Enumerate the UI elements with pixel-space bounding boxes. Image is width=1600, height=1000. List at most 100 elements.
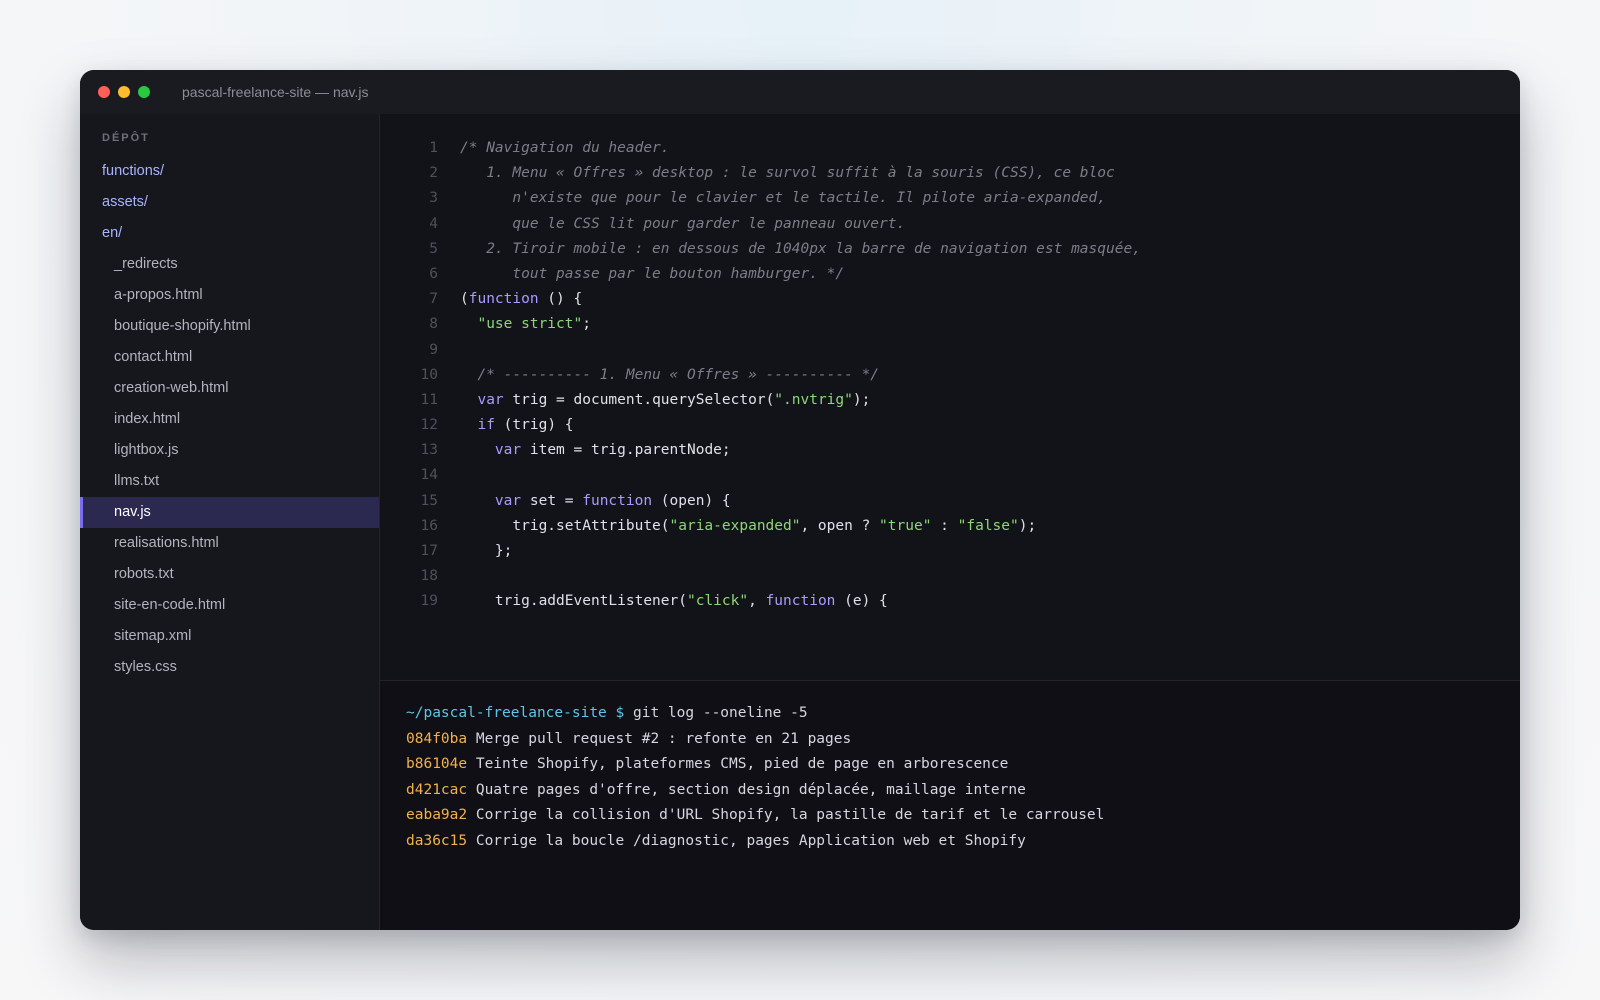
terminal-prompt-line: ~/pascal-freelance-site $ git log --onel… bbox=[406, 701, 1520, 727]
sidebar-file[interactable]: sitemap.xml bbox=[80, 621, 379, 652]
line-number: 19 bbox=[420, 593, 438, 610]
code-text: var trig = document.querySelector(".nvtr… bbox=[438, 388, 870, 413]
line-number: 6 bbox=[429, 265, 438, 282]
commit-hash: b86104e bbox=[406, 756, 468, 772]
code-line: 3 n'existe que pour le clavier et le tac… bbox=[380, 186, 1520, 211]
sidebar-file[interactable]: boutique-shopify.html bbox=[80, 311, 379, 342]
code-token: (open) { bbox=[652, 492, 731, 509]
sidebar-file[interactable]: styles.css bbox=[80, 652, 379, 683]
sidebar-file[interactable]: index.html bbox=[80, 404, 379, 435]
sidebar-file[interactable]: site-en-code.html bbox=[80, 590, 379, 621]
code-keyword: function bbox=[468, 291, 539, 308]
commit-hash: 084f0ba bbox=[406, 730, 468, 747]
code-comment: 2. Tiroir mobile : en dessous de 1040px … bbox=[460, 240, 1141, 257]
line-number: 3 bbox=[429, 190, 438, 207]
close-window-button[interactable] bbox=[98, 86, 110, 98]
commit-line: da36c15 Corrige la boucle /diagnostic, p… bbox=[406, 829, 1520, 855]
sidebar-file[interactable]: _redirects bbox=[80, 249, 379, 280]
code-line: 15 var set = function (open) { bbox=[380, 489, 1520, 514]
commit-message: Corrige la boucle /diagnostic, pages App… bbox=[475, 832, 1026, 849]
commit-message: Corrige la collision d'URL Shopify, la p… bbox=[475, 807, 1105, 823]
code-token: (e) { bbox=[835, 593, 888, 610]
commit-line: eaba9a2 Corrige la collision d'URL Shopi… bbox=[406, 803, 1520, 829]
code-text: que le CSS lit pour garder le panneau ou… bbox=[438, 212, 905, 237]
code-token: ); bbox=[852, 391, 871, 408]
code-keyword: var bbox=[494, 442, 522, 459]
file-explorer: DÉPÔT functions/assets/en/_redirects a-pr… bbox=[80, 114, 380, 930]
code-token: : bbox=[931, 517, 958, 534]
commit-message: Merge pull request #2 : refonte en 21 pa… bbox=[475, 730, 852, 747]
sidebar-folder[interactable]: assets/ bbox=[80, 187, 379, 218]
commit-line: 084f0ba Merge pull request #2 : refonte … bbox=[406, 727, 1520, 753]
maximize-window-button[interactable] bbox=[138, 86, 150, 98]
title-bar: pascal-freelance-site — nav.js bbox=[80, 70, 1520, 114]
editor-window: pascal-freelance-site — nav.js DÉPÔT fun… bbox=[80, 70, 1520, 930]
code-editor[interactable]: 1 /* Navigation du header. 2 1. Menu « Off… bbox=[380, 114, 1520, 680]
commit-message: Teinte Shopify, plateformes CMS, pied de… bbox=[475, 756, 1009, 772]
window-title: pascal-freelance-site — nav.js bbox=[182, 84, 369, 100]
code-line: 13 var item = trig.parentNode; bbox=[380, 438, 1520, 463]
code-line: 9 bbox=[380, 338, 1520, 363]
sidebar-file[interactable]: a-propos.html bbox=[80, 280, 379, 311]
code-comment: /* ---------- 1. Menu « Offres » -------… bbox=[460, 366, 880, 383]
line-number: 10 bbox=[420, 366, 438, 383]
commit-hash: da36c15 bbox=[406, 832, 468, 849]
sidebar-file[interactable]: lightbox.js bbox=[80, 435, 379, 466]
sidebar-file[interactable]: robots.txt bbox=[80, 559, 379, 590]
code-line: 17 }; bbox=[380, 539, 1520, 564]
sidebar-file[interactable]: contact.html bbox=[80, 342, 379, 373]
code-line: 2 1. Menu « Offres » desktop : le survol… bbox=[380, 161, 1520, 186]
code-token: trig.addEventListener( bbox=[460, 593, 687, 610]
code-text: "use strict"; bbox=[438, 312, 591, 337]
minimize-window-button[interactable] bbox=[118, 86, 130, 98]
prompt-path: ~/pascal-freelance-site bbox=[406, 705, 607, 721]
sidebar-folder[interactable]: en/ bbox=[80, 218, 379, 249]
code-line: 8 "use strict"; bbox=[380, 312, 1520, 337]
code-comment: /* Navigation du header. bbox=[460, 140, 670, 156]
sidebar-file[interactable]: llms.txt bbox=[80, 466, 379, 497]
line-number: 7 bbox=[429, 291, 438, 308]
commit-hash: eaba9a2 bbox=[406, 807, 468, 823]
commit-list: 084f0ba Merge pull request #2 : refonte … bbox=[406, 727, 1520, 855]
code-line: 16 trig.setAttribute("aria-expanded", op… bbox=[380, 514, 1520, 539]
code-token: ); bbox=[1018, 517, 1037, 534]
window-content: DÉPÔT functions/assets/en/_redirects a-pr… bbox=[80, 114, 1520, 930]
code-comment: 1. Menu « Offres » desktop : le survol s… bbox=[460, 165, 1115, 182]
commit-message: Quatre pages d'offre, section design dép… bbox=[475, 781, 1026, 798]
line-number: 12 bbox=[420, 417, 438, 434]
code-text: n'existe que pour le clavier et le tacti… bbox=[438, 186, 1106, 211]
code-string: "false" bbox=[957, 517, 1019, 534]
commit-line: b86104e Teinte Shopify, plateformes CMS,… bbox=[406, 752, 1520, 778]
code-line: 18 bbox=[380, 564, 1520, 589]
line-number: 15 bbox=[420, 492, 438, 509]
terminal-panel[interactable]: ~/pascal-freelance-site $ git log --onel… bbox=[380, 680, 1520, 930]
sidebar-heading: DÉPÔT bbox=[102, 132, 150, 144]
prompt-sign: $ bbox=[615, 705, 625, 721]
line-number: 1 bbox=[429, 140, 438, 156]
code-string: "true" bbox=[879, 517, 932, 534]
line-number: 18 bbox=[420, 568, 438, 585]
sidebar-folder[interactable]: functions/ bbox=[80, 156, 379, 187]
code-line: 4 que le CSS lit pour garder le panneau … bbox=[380, 212, 1520, 237]
code-text: /* Navigation du header. bbox=[438, 136, 670, 161]
code-line: 12 if (trig) { bbox=[380, 413, 1520, 438]
code-text: if (trig) { bbox=[438, 413, 573, 438]
code-text: var item = trig.parentNode; bbox=[438, 438, 731, 463]
line-number: 9 bbox=[429, 341, 438, 358]
line-number: 5 bbox=[429, 240, 438, 257]
code-token: , bbox=[748, 593, 766, 610]
sidebar-file[interactable]: creation-web.html bbox=[80, 373, 379, 404]
sidebar-file[interactable]: nav.js bbox=[80, 497, 379, 528]
code-string: "aria-expanded" bbox=[669, 517, 801, 534]
code-text: (function () { bbox=[438, 287, 582, 312]
code-string: "click" bbox=[686, 593, 749, 610]
sidebar-file[interactable]: realisations.html bbox=[80, 528, 379, 559]
line-number: 4 bbox=[429, 215, 438, 232]
code-token: set = bbox=[521, 492, 583, 509]
code-text: 2. Tiroir mobile : en dessous de 1040px … bbox=[438, 237, 1141, 262]
